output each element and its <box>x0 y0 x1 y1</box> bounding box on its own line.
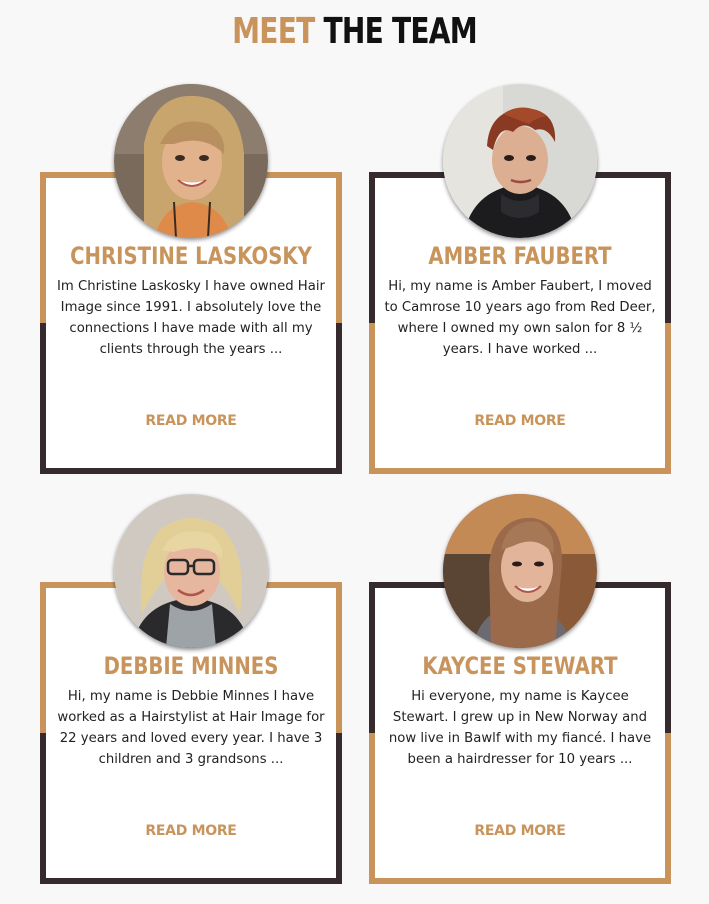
read-more-link[interactable]: READ MORE <box>369 413 671 429</box>
read-more-link[interactable]: READ MORE <box>40 823 342 839</box>
member-name: AMBER FAUBERT <box>428 242 612 270</box>
read-more-link[interactable]: READ MORE <box>369 823 671 839</box>
member-name: DEBBIE MINNES <box>103 652 279 680</box>
page-title: MEET THE TEAM <box>78 10 631 54</box>
team-page: MEET THE TEAM CHRISTINE LASKOSKY Im Chri… <box>0 0 709 904</box>
page-title-rest: THE TEAM <box>323 11 477 52</box>
person-photo-icon <box>443 84 597 238</box>
member-bio: Hi everyone, my name is Kaycee Stewart. … <box>388 688 652 767</box>
member-name: CHRISTINE LASKOSKY <box>70 242 312 270</box>
member-bio: Im Christine Laskosky I have owned Hair … <box>57 278 325 357</box>
person-photo-icon <box>114 84 268 238</box>
member-name: KAYCEE STEWART <box>422 652 618 680</box>
avatar <box>114 494 268 648</box>
member-bio: Hi, my name is Amber Faubert, I moved to… <box>384 278 656 357</box>
page-title-accent: MEET <box>232 11 315 52</box>
person-photo-icon <box>443 494 597 648</box>
avatar <box>443 84 597 238</box>
read-more-link[interactable]: READ MORE <box>40 413 342 429</box>
avatar <box>114 84 268 238</box>
avatar <box>443 494 597 648</box>
member-bio: Hi, my name is Debbie Minnes I have work… <box>57 688 325 767</box>
person-photo-icon <box>114 494 268 648</box>
